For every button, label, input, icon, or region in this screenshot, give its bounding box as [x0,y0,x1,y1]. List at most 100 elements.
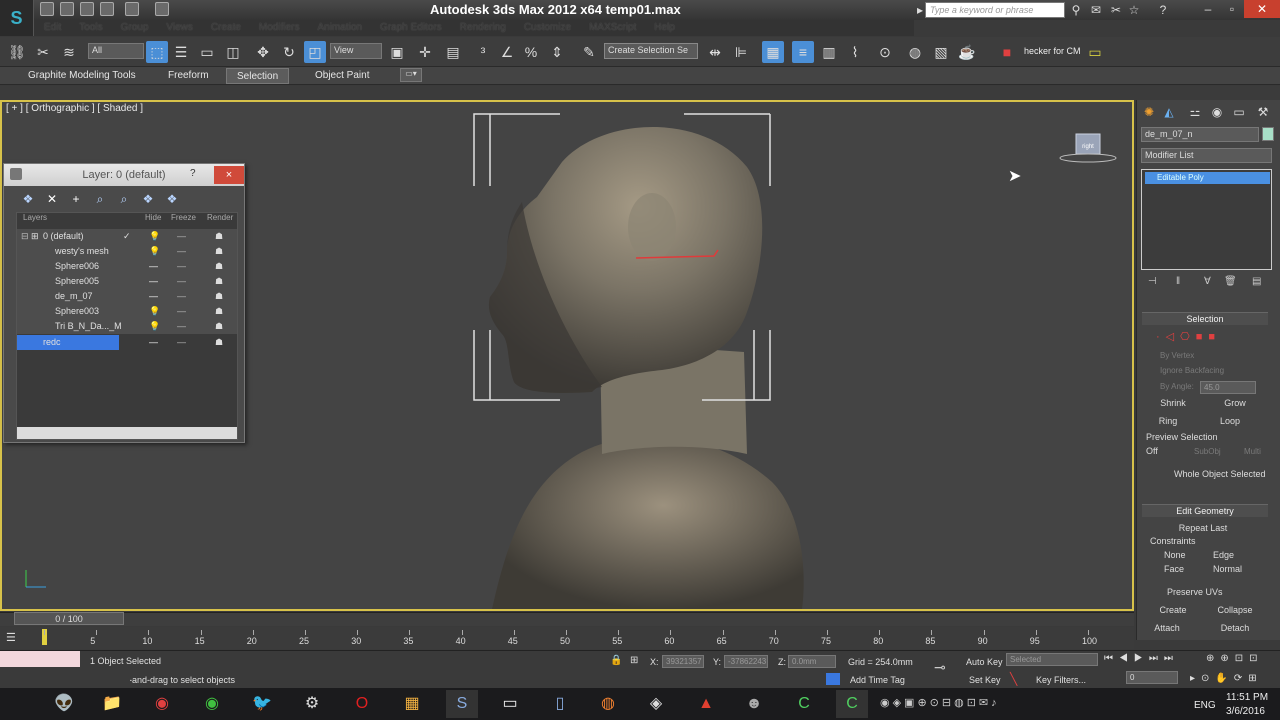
layer-row[interactable]: Sphere005 — — ☗ [17,274,237,289]
tab-selection[interactable]: Selection [226,68,290,84]
render-setup-icon[interactable]: ▧ [930,41,952,63]
bird-app-icon[interactable]: 🐦 [246,690,278,718]
constraint-edge-radio[interactable]: Edge [1213,550,1234,560]
selection-filter-dropdown[interactable]: All [88,43,144,59]
layer-row[interactable]: Sphere006 — — ☗ [17,259,237,274]
preview-off-radio[interactable]: Off [1146,446,1158,456]
opera-icon[interactable]: O [346,690,378,718]
move-icon[interactable]: ✥ [252,41,274,63]
keyboard-shortcut-icon[interactable]: ▤ [442,41,464,63]
hide-toggle[interactable]: — [149,289,158,304]
layer-row[interactable]: Sphere003 💡 — ☗ [17,304,237,319]
auto-key-button[interactable]: Auto Key [966,657,1003,667]
x-coordinate-field[interactable]: 39321357 [662,655,704,668]
align-icon[interactable]: ⊫ [730,41,752,63]
collapse-button[interactable]: Collapse [1210,604,1260,617]
new-file-icon[interactable] [40,2,54,16]
menu-graph-editors[interactable]: Graph Editors [380,20,442,36]
hierarchy-tab-icon[interactable]: ⚍ [1186,105,1204,121]
key-filters-button[interactable]: Key Filters... [1036,675,1086,685]
select-manipulate-icon[interactable]: ✛ [414,41,436,63]
current-layer-check[interactable]: ✓ [123,229,131,244]
hide-toggle-icon[interactable]: 💡 [149,304,160,319]
red-app-icon[interactable]: ▲ [690,690,722,718]
render-toggle-icon[interactable]: ☗ [215,259,223,274]
wolf-app-icon[interactable]: ⚙ [296,690,328,718]
plugin-icon[interactable]: ▭ [1084,41,1106,63]
favorites-star-icon[interactable]: ☆ [1126,2,1142,18]
configure-sets-icon[interactable]: ▤ [1252,276,1261,287]
curve-editor-icon[interactable]: ⌇ [844,41,866,63]
hide-toggle[interactable]: — [149,259,158,274]
angle-spinner[interactable]: 45.0 [1200,381,1256,394]
horizontal-scrollbar[interactable] [17,427,237,439]
hide-toggle-icon[interactable]: 💡 [149,244,160,259]
expand-icon[interactable]: ⊟ [21,229,29,244]
tab-object-paint[interactable]: Object Paint [305,68,379,84]
select-highlighted-icon[interactable]: ⌕ [92,191,108,207]
time-slider-track[interactable] [0,612,1134,626]
freeze-toggle[interactable]: — [177,274,186,289]
layer-row-default[interactable]: ⊟ ⊞ 0 (default) ✓ 💡 — ☗ [17,229,237,244]
clock-time[interactable]: 11:51 PM [1226,692,1268,703]
reference-coord-dropdown[interactable]: View [330,43,382,59]
open-file-icon[interactable] [60,2,74,16]
create-layer-icon[interactable]: ❖ [20,191,36,207]
set-key-button[interactable]: Set Key [969,675,1001,685]
lock-selection-icon[interactable]: 🔒 [610,655,622,666]
select-by-name-icon[interactable]: ☰ [170,41,192,63]
ring-button[interactable]: Ring [1148,415,1188,428]
key-mode-dropdown[interactable]: Selected [1006,653,1098,666]
pin-stack-icon[interactable]: ⊣ [1148,276,1157,287]
freeze-toggle[interactable]: — [177,244,186,259]
freeze-toggle[interactable]: — [177,289,186,304]
material-editor-icon[interactable]: ◍ [904,41,926,63]
open-mini-curve-editor-icon[interactable]: ☰ [6,631,16,644]
modifier-stack[interactable]: Editable Poly [1141,169,1272,270]
modifier-list-dropdown[interactable]: Modifier List [1141,148,1272,163]
menu-modifiers[interactable]: Modifiers [259,20,300,36]
app-grid-icon[interactable]: ▦ [396,690,428,718]
remove-modifier-icon[interactable]: 🗑 [1224,276,1237,287]
by-angle-checkbox[interactable]: By Angle: [1160,382,1194,391]
close-button[interactable]: ✕ [1244,0,1280,18]
stack-item-editable-poly[interactable]: Editable Poly [1145,172,1270,184]
redo-icon[interactable] [125,2,139,16]
spinner-snap-icon[interactable]: ⇕ [546,41,568,63]
scale-icon[interactable]: ◰ [304,41,326,63]
header-freeze[interactable]: Freeze [171,213,196,222]
z-coordinate-field[interactable]: 0.0mm [788,655,836,668]
angle-snap-icon[interactable]: ∠ [496,41,518,63]
freeze-all-layers-icon[interactable]: ❖ [164,191,180,207]
constraint-face-radio[interactable]: Face [1164,564,1184,574]
detach-button[interactable]: Detach [1210,622,1260,635]
preview-subobj-radio[interactable]: SubObj [1194,447,1221,456]
chrome-alt-icon[interactable]: ◉ [196,690,228,718]
render-production-icon[interactable]: ☕ [956,41,978,63]
language-indicator[interactable]: ENG [1194,700,1216,711]
header-render[interactable]: Render [207,213,233,222]
file-explorer-icon[interactable]: 📁 [96,690,128,718]
toggle-layer-manager-icon[interactable]: ≡ [792,41,814,63]
binoculars-icon[interactable]: ⚲ [1068,2,1084,18]
search-input[interactable]: Type a keyword or phrase [925,2,1065,18]
layer-row[interactable]: westy's mesh 💡 — ☗ [17,244,237,259]
mirror-icon[interactable]: ⇹ [704,41,726,63]
app-logo-icon[interactable]: S [0,0,34,36]
render-toggle-icon[interactable]: ☗ [215,319,223,334]
layer-dialog-title[interactable]: Layer: 0 (default) [4,164,244,186]
grow-button[interactable]: Grow [1210,397,1260,410]
constraint-none-radio[interactable]: None [1164,550,1186,560]
subobject-level-icons[interactable]: ·◁⎔■■ [1156,330,1221,343]
render-toggle-icon[interactable]: ☗ [215,274,223,289]
header-hide[interactable]: Hide [145,213,161,222]
schematic-view-icon[interactable]: ⊙ [874,41,896,63]
preview-multi-radio[interactable]: Multi [1244,447,1261,456]
render-toggle-icon[interactable]: ☗ [215,244,223,259]
menu-maxscript[interactable]: MAXScript [589,20,636,36]
menu-edit[interactable]: Edit [44,20,61,36]
object-name-field[interactable]: de_m_07_n [1141,127,1259,142]
communication-icon[interactable]: ✉ [1088,2,1104,18]
layer-list[interactable]: Layers Hide Freeze Render ⊟ ⊞ 0 (default… [16,212,238,440]
menu-tools[interactable]: Tools [79,20,102,36]
